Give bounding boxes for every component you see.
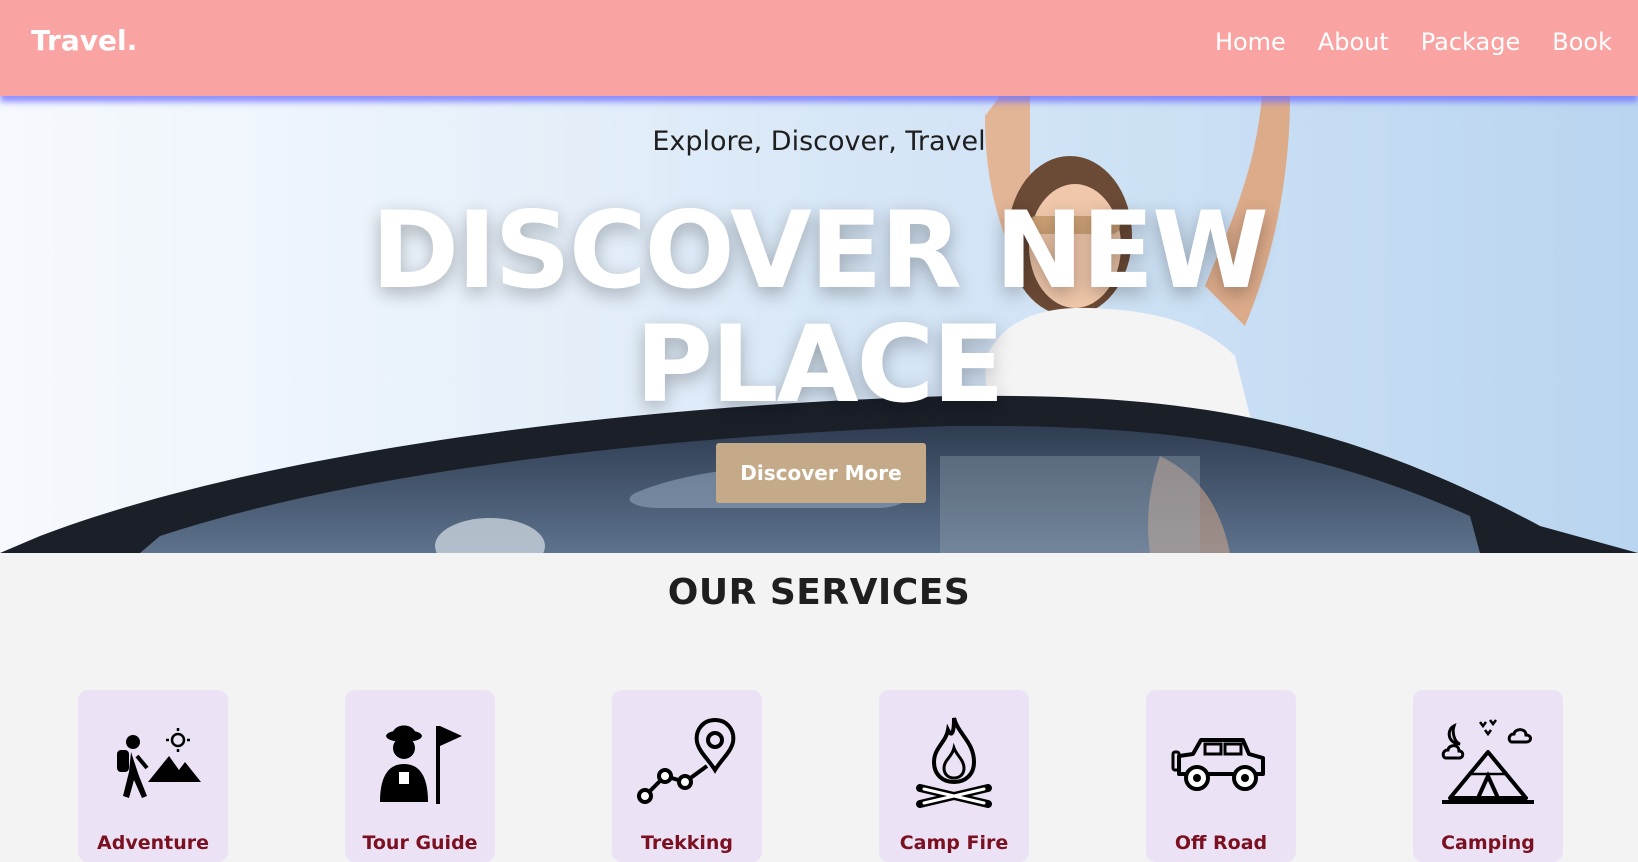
site-logo[interactable]: Travel. [31, 24, 137, 57]
nav-link-home[interactable]: Home [1215, 28, 1286, 56]
service-label: Adventure [97, 832, 209, 854]
hero-title-line-2: PLACE [635, 303, 1004, 426]
campfire-icon [916, 717, 992, 808]
services-heading: OUR SERVICES [667, 572, 971, 613]
service-label: Camp Fire [899, 832, 1009, 854]
service-label: Trekking [640, 832, 734, 854]
nav-link-book[interactable]: Book [1552, 28, 1612, 56]
tour-guide-flag-icon [380, 725, 462, 804]
service-card-tour-guide[interactable]: Tour Guide [345, 690, 495, 862]
service-card-camping[interactable]: Camping [1413, 690, 1563, 862]
hiker-mountains-icon [117, 728, 201, 798]
tent-night-icon [1441, 719, 1534, 804]
jeep-icon [1171, 738, 1265, 791]
discover-more-button[interactable]: Discover More [716, 443, 926, 503]
service-label: Camping [1441, 832, 1535, 854]
service-label: Tour Guide [362, 832, 478, 854]
hero-tagline: Explore, Discover, Travel [652, 126, 986, 157]
nav-link-package[interactable]: Package [1421, 28, 1520, 56]
service-card-trekking[interactable]: Trekking [612, 690, 762, 862]
hero-title: DISCOVER NEW PLACE [0, 194, 1638, 422]
nav-link-about[interactable]: About [1318, 28, 1389, 56]
nav-links: Home About Package Book [1215, 28, 1612, 56]
service-card-adventure[interactable]: Adventure [78, 690, 228, 862]
trail-route-pin-icon [637, 717, 736, 804]
hero-section: Explore, Discover, Travel DISCOVER NEW P… [0, 96, 1638, 553]
service-card-camp-fire[interactable]: Camp Fire [879, 690, 1029, 862]
service-label: Off Road [1174, 832, 1268, 854]
hero-title-line-1: DISCOVER NEW [371, 189, 1269, 312]
navbar: Travel. Home About Package Book [0, 0, 1638, 96]
service-card-off-road[interactable]: Off Road [1146, 690, 1296, 862]
